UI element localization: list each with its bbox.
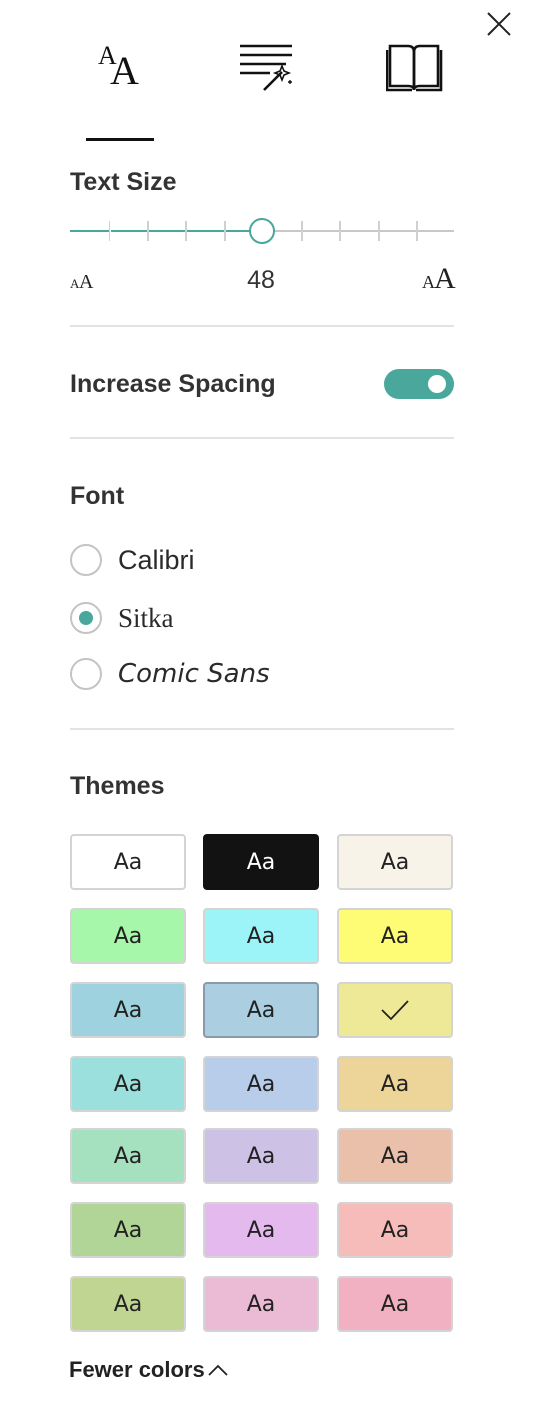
theme-sample-text: Aa [380,1071,410,1097]
theme-swatch[interactable]: Aa [70,1056,186,1112]
increase-spacing-label: Increase Spacing [70,370,276,398]
text-larger-icon: A A [422,262,456,290]
theme-sample-text: Aa [246,1143,276,1169]
text-size-slider[interactable] [70,214,454,248]
svg-text:A: A [434,262,456,290]
tab-reading-preferences[interactable] [374,36,454,106]
theme-sample-text: Aa [113,997,143,1023]
theme-swatch[interactable]: Aa [70,908,186,964]
theme-sample-text: Aa [246,1217,276,1243]
theme-sample-text: Aa [113,849,143,875]
theme-swatch[interactable]: Aa [203,1056,319,1112]
radio-button[interactable] [70,602,102,634]
checkmark-icon [381,1000,409,1021]
close-button[interactable] [486,11,512,37]
slider-tick [378,221,380,241]
theme-swatch[interactable]: Aa [203,982,319,1038]
theme-sample-text: Aa [380,1291,410,1317]
text-size-value: 48 [247,266,275,294]
theme-sample-text: Aa [113,1217,143,1243]
slider-thumb[interactable] [249,218,275,244]
text-size-title: Text Size [70,168,177,196]
theme-sample-text: Aa [246,1071,276,1097]
theme-swatch[interactable]: Aa [203,908,319,964]
theme-swatch[interactable]: Aa [70,1202,186,1258]
theme-sample-text: Aa [380,849,410,875]
divider [70,728,454,730]
theme-sample-text: Aa [113,1291,143,1317]
book-icon [386,44,443,92]
theme-swatch[interactable]: Aa [337,1202,453,1258]
theme-sample-text: Aa [246,923,276,949]
tab-text-options[interactable]: A A [80,36,160,106]
svg-text:A: A [110,48,139,93]
slider-tick [416,221,418,241]
themes-title: Themes [70,772,165,800]
slider-tick [109,221,111,241]
options-tabs: A A [0,36,534,141]
font-option-label: Calibri [118,545,195,575]
font-title: Font [70,482,125,510]
theme-swatch[interactable]: Aa [203,834,319,890]
toggle-knob [428,375,446,393]
grammar-magic-icon [240,44,292,91]
theme-sample-text: Aa [113,923,143,949]
theme-sample-text: Aa [380,923,410,949]
theme-sample-text: Aa [246,1291,276,1317]
font-option-label: Sitka [118,603,174,633]
slider-tick [339,221,341,241]
active-tab-indicator [86,138,154,141]
theme-sample-text: Aa [380,1143,410,1169]
close-icon [487,12,511,36]
font-option-calibri[interactable]: Calibri [70,544,454,578]
chevron-up-icon [208,1364,228,1376]
theme-swatch[interactable]: Aa [70,1128,186,1184]
theme-swatch[interactable]: Aa [70,1276,186,1332]
theme-swatch[interactable]: Aa [337,834,453,890]
fewer-colors-label: Fewer colors [69,1357,205,1382]
theme-sample-text: Aa [113,1071,143,1097]
divider [70,437,454,439]
font-option-comic-sans[interactable]: Comic Sans [70,658,454,692]
divider [70,325,454,327]
radio-button[interactable] [70,544,102,576]
tab-grammar-options[interactable] [232,36,312,106]
theme-sample-text: Aa [246,849,276,875]
slider-fill [70,230,250,232]
slider-tick [224,221,226,241]
font-option-label: Comic Sans [118,659,270,689]
theme-swatch[interactable]: Aa [70,982,186,1038]
font-option-sitka[interactable]: Sitka [70,602,454,636]
radio-button[interactable] [70,658,102,690]
text-smaller-icon: A A [70,271,94,290]
radio-selected-dot [79,611,93,625]
theme-swatch-selected[interactable] [337,982,453,1038]
theme-swatch[interactable]: Aa [337,1276,453,1332]
theme-swatch[interactable]: Aa [70,834,186,890]
theme-swatch[interactable]: Aa [337,1128,453,1184]
theme-swatch[interactable]: Aa [203,1128,319,1184]
theme-sample-text: Aa [113,1143,143,1169]
fewer-colors-button[interactable]: Fewer colors [69,1357,228,1387]
theme-swatch[interactable]: Aa [337,908,453,964]
svg-text:A: A [79,271,94,290]
theme-swatch[interactable]: Aa [203,1276,319,1332]
theme-swatch[interactable]: Aa [337,1056,453,1112]
increase-spacing-toggle[interactable] [384,369,454,399]
theme-sample-text: Aa [380,1217,410,1243]
slider-tick [147,221,149,241]
theme-sample-text: Aa [246,997,276,1023]
text-size-icon: A A [98,41,139,93]
theme-swatch[interactable]: Aa [203,1202,319,1258]
slider-tick [301,221,303,241]
slider-tick [185,221,187,241]
